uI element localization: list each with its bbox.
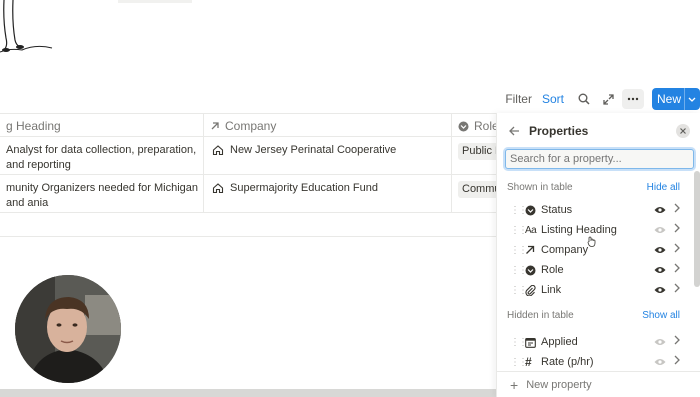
- column-header-company[interactable]: Company: [204, 114, 452, 138]
- eye-icon[interactable]: [654, 205, 666, 217]
- relation-arrow-icon: [210, 121, 220, 131]
- mouse-cursor-icon: [587, 236, 596, 247]
- webcam-overlay: [15, 275, 121, 383]
- show-all-button[interactable]: Show all: [642, 310, 680, 321]
- panel-title: Properties: [529, 124, 589, 138]
- company-name: Supermajority Education Fund: [230, 182, 378, 194]
- property-item-status[interactable]: ⋮⋮ Status: [497, 200, 700, 220]
- chevron-down-icon[interactable]: [685, 94, 699, 104]
- table-row[interactable]: Analyst for data collection, preparation…: [0, 137, 496, 175]
- new-property-button[interactable]: + New property: [497, 371, 700, 397]
- column-header-label: Company: [225, 119, 277, 133]
- role-cell[interactable]: Public H: [452, 137, 496, 174]
- eye-icon[interactable]: [654, 265, 666, 277]
- property-name: Status: [541, 204, 573, 216]
- new-button-label: New: [652, 88, 685, 110]
- role-tag: Public H: [458, 143, 496, 160]
- calendar-icon: [525, 337, 541, 348]
- more-options-icon[interactable]: [622, 89, 644, 109]
- chevron-right-icon[interactable]: [674, 243, 680, 256]
- text-icon: Aa: [525, 224, 537, 236]
- drag-handle-icon[interactable]: ⋮⋮: [510, 285, 528, 296]
- close-icon[interactable]: [676, 124, 690, 138]
- eye-icon[interactable]: [654, 285, 666, 297]
- drag-handle-icon[interactable]: ⋮⋮: [510, 357, 528, 368]
- property-item-role[interactable]: ⋮⋮ Role: [497, 260, 700, 280]
- search-icon[interactable]: [574, 89, 594, 109]
- eye-icon[interactable]: [654, 225, 666, 237]
- table-row[interactable]: munity Organizers needed for Michigan an…: [0, 175, 496, 213]
- property-name: Link: [541, 284, 562, 296]
- hash-icon: #: [525, 355, 532, 369]
- column-header-label: g Heading: [6, 119, 61, 133]
- property-name: Company: [541, 244, 589, 256]
- drag-handle-icon[interactable]: ⋮⋮: [510, 205, 528, 216]
- paperclip-icon: [525, 284, 541, 296]
- property-item-rate[interactable]: ⋮⋮ # Rate (p/hr): [497, 352, 700, 372]
- database-table: g Heading Company Role Analyst for data …: [0, 113, 499, 237]
- status-icon: [458, 121, 469, 132]
- chevron-right-icon[interactable]: [674, 203, 680, 216]
- role-cell[interactable]: Commu: [452, 175, 496, 212]
- drag-handle-icon[interactable]: ⋮⋮: [510, 265, 528, 276]
- company-name: New Jersey Perinatal Cooperative: [230, 144, 397, 156]
- property-name: Role: [541, 264, 564, 276]
- chevron-right-icon[interactable]: [674, 263, 680, 276]
- home-icon: [212, 182, 226, 199]
- column-header-listing-heading[interactable]: g Heading: [0, 114, 204, 138]
- eye-icon[interactable]: [654, 357, 666, 369]
- shown-section-label: Shown in table: [507, 181, 573, 193]
- sketch-illustration: [0, 0, 53, 53]
- property-item-listing-heading[interactable]: ⋮⋮ Aa Listing Heading: [497, 220, 700, 240]
- status-icon: [525, 265, 541, 276]
- table-header: g Heading Company Role: [0, 113, 499, 138]
- properties-panel: Properties Shown in table Hide all ⋮⋮ St…: [496, 113, 700, 397]
- role-tag: Commu: [458, 181, 496, 198]
- hidden-section-header: Hidden in table Show all: [497, 305, 700, 325]
- company-cell[interactable]: New Jersey Perinatal Cooperative: [204, 137, 452, 174]
- expand-icon[interactable]: [598, 89, 618, 109]
- bottom-scrollbar[interactable]: [0, 389, 496, 397]
- top-divider: [118, 0, 192, 3]
- plus-icon: +: [510, 376, 519, 393]
- chevron-right-icon[interactable]: [674, 223, 680, 236]
- status-icon: [525, 205, 541, 216]
- relation-arrow-icon: [525, 245, 541, 255]
- listing-heading-cell[interactable]: munity Organizers needed for Michigan an…: [0, 175, 204, 212]
- back-arrow-icon[interactable]: [509, 124, 523, 139]
- property-item-link[interactable]: ⋮⋮ Link: [497, 280, 700, 300]
- sort-button[interactable]: Sort: [542, 88, 564, 110]
- property-name: Applied: [541, 336, 578, 348]
- chevron-right-icon[interactable]: [674, 283, 680, 296]
- eye-icon[interactable]: [654, 337, 666, 349]
- property-name: Listing Heading: [541, 224, 617, 236]
- drag-handle-icon[interactable]: ⋮⋮: [510, 245, 528, 256]
- property-item-company[interactable]: ⋮⋮ Company: [497, 240, 700, 260]
- column-header-role[interactable]: Role: [452, 114, 499, 138]
- drag-handle-icon[interactable]: ⋮⋮: [510, 225, 528, 236]
- panel-header: Properties: [497, 113, 700, 149]
- empty-row: [0, 213, 496, 237]
- new-button[interactable]: New: [652, 88, 700, 110]
- hidden-section-label: Hidden in table: [507, 309, 574, 321]
- property-name: Rate (p/hr): [541, 356, 594, 368]
- panel-scrollbar[interactable]: [694, 171, 700, 287]
- drag-handle-icon[interactable]: ⋮⋮: [510, 337, 528, 348]
- chevron-right-icon[interactable]: [674, 335, 680, 348]
- new-property-label: New property: [526, 378, 592, 391]
- company-cell[interactable]: Supermajority Education Fund: [204, 175, 452, 212]
- filter-button[interactable]: Filter: [505, 88, 532, 110]
- shown-section-header: Shown in table Hide all: [497, 177, 700, 197]
- hide-all-button[interactable]: Hide all: [647, 182, 680, 193]
- column-header-label: Role: [474, 119, 499, 133]
- chevron-right-icon[interactable]: [674, 355, 680, 368]
- view-toolbar: Filter Sort New: [505, 88, 700, 110]
- property-search-input[interactable]: [505, 149, 694, 169]
- property-item-applied[interactable]: ⋮⋮ Applied: [497, 332, 700, 352]
- listing-heading-cell[interactable]: Analyst for data collection, preparation…: [0, 137, 204, 174]
- eye-icon[interactable]: [654, 245, 666, 257]
- home-icon: [212, 144, 226, 161]
